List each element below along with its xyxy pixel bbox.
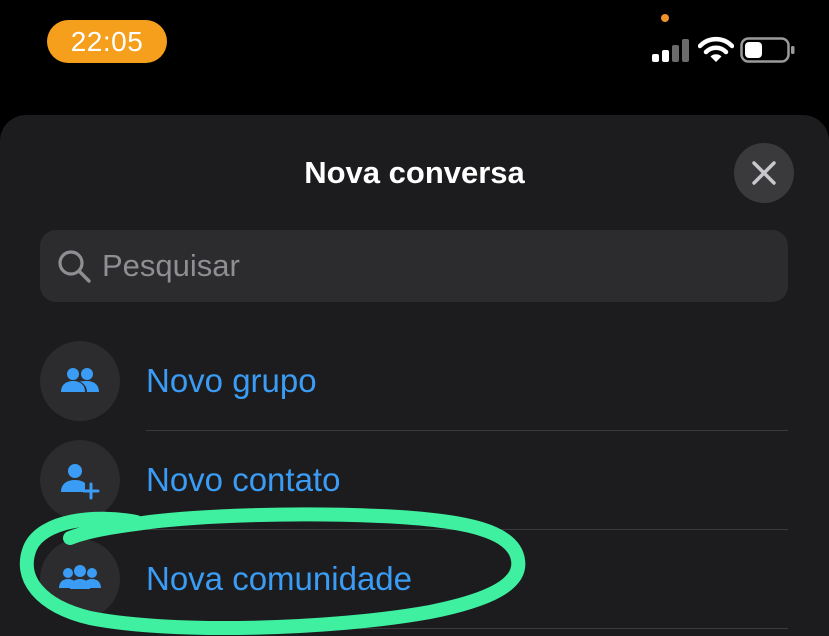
signal-icon [652, 39, 689, 62]
new-chat-sheet: Nova conversa Pesquisar Novo grupo Novo … [0, 115, 829, 636]
wifi-icon [698, 36, 734, 62]
option-label: Novo contato [146, 461, 341, 498]
option-new-group[interactable]: Novo grupo [0, 332, 829, 430]
privacy-indicator-dot [661, 14, 669, 22]
option-label: Nova comunidade [146, 560, 412, 597]
add-contact-icon [61, 464, 100, 500]
new-community-avatar [40, 539, 120, 619]
option-new-contact[interactable]: Novo contato [0, 431, 829, 529]
new-group-avatar [40, 341, 120, 421]
option-new-community[interactable]: Nova comunidade [0, 530, 829, 628]
close-button[interactable] [734, 143, 794, 203]
phone-screen: 22:05 Nova conversa Pesquisar Novo grupo… [0, 0, 829, 636]
option-label: Novo grupo [146, 362, 317, 399]
sheet-title: Nova conversa [304, 155, 525, 190]
search-bar[interactable] [40, 230, 788, 302]
close-icon [752, 161, 776, 185]
new-contact-avatar [40, 440, 120, 520]
battery-icon [740, 37, 795, 63]
divider [146, 628, 788, 629]
search-input[interactable] [102, 230, 762, 302]
group-icon [61, 368, 99, 392]
community-icon [59, 565, 101, 589]
status-time: 22:05 [47, 20, 167, 63]
search-icon [58, 250, 91, 283]
